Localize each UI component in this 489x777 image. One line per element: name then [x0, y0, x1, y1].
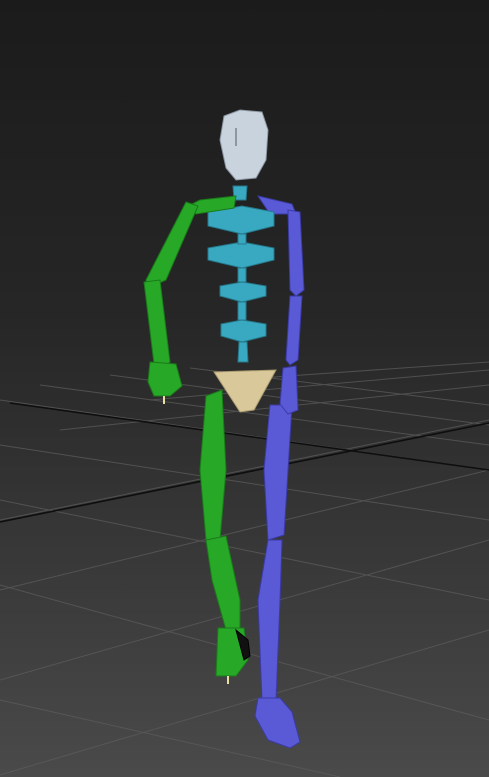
3d-viewport[interactable]	[0, 0, 489, 777]
head[interactable]	[219, 109, 269, 181]
right-leg[interactable]	[254, 404, 301, 749]
pelvis[interactable]	[213, 369, 277, 413]
viewport-scene	[0, 109, 489, 777]
grid-main-axes	[0, 402, 489, 523]
spine[interactable]	[207, 185, 275, 363]
biped-skeleton[interactable]	[143, 109, 305, 749]
perspective-grid	[0, 361, 489, 777]
